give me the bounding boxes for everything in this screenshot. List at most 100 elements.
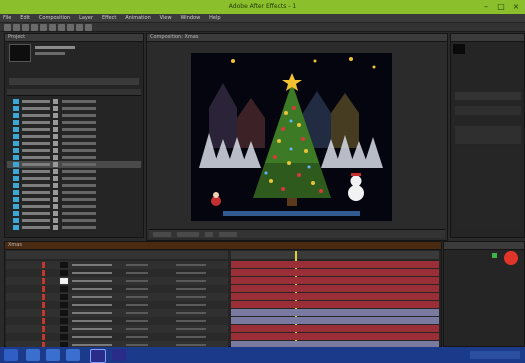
- preview-header[interactable]: [455, 92, 521, 100]
- layer-duration-bar[interactable]: [231, 325, 439, 332]
- layer-parent[interactable]: [176, 288, 206, 290]
- preview-controls[interactable]: [455, 106, 521, 115]
- rotate-tool-icon[interactable]: [31, 24, 38, 31]
- layer-switches[interactable]: [126, 344, 148, 346]
- project-item[interactable]: [7, 224, 141, 231]
- camera-tool-icon[interactable]: [40, 24, 47, 31]
- brush-tool-icon[interactable]: [85, 24, 92, 31]
- record-icon[interactable]: [504, 251, 518, 265]
- menu-view[interactable]: View: [160, 15, 172, 21]
- pen-tool-icon[interactable]: [67, 24, 74, 31]
- time-ruler[interactable]: [231, 251, 439, 259]
- start-icon[interactable]: [4, 349, 18, 361]
- layer-duration-bar[interactable]: [231, 317, 439, 324]
- menu-window[interactable]: Window: [180, 15, 200, 21]
- project-item[interactable]: [7, 182, 141, 189]
- layer-parent[interactable]: [176, 296, 206, 298]
- item-name: [22, 219, 50, 222]
- selection-tool-icon[interactable]: [4, 24, 11, 31]
- project-item[interactable]: [7, 140, 141, 147]
- layer-switches[interactable]: [126, 288, 148, 290]
- menu-edit[interactable]: Edit: [20, 15, 30, 21]
- layer-label-color: [42, 262, 45, 268]
- menu-help[interactable]: Help: [209, 15, 220, 21]
- project-item[interactable]: [7, 105, 141, 112]
- project-search-input[interactable]: [9, 78, 139, 85]
- pan-tool-icon[interactable]: [49, 24, 56, 31]
- layer-parent[interactable]: [176, 320, 206, 322]
- mask-tool-icon[interactable]: [58, 24, 65, 31]
- menu-effect[interactable]: Effect: [102, 15, 116, 21]
- project-item[interactable]: [7, 168, 141, 175]
- layer-switches[interactable]: [126, 336, 148, 338]
- layer-duration-bar[interactable]: [231, 333, 439, 340]
- hand-tool-icon[interactable]: [13, 24, 20, 31]
- project-item[interactable]: [7, 175, 141, 182]
- project-item[interactable]: [7, 147, 141, 154]
- project-tab[interactable]: Project: [8, 34, 25, 40]
- layer-duration-bar[interactable]: [231, 261, 439, 268]
- timeline-search-bar[interactable]: [6, 251, 228, 259]
- project-item[interactable]: [7, 126, 141, 133]
- minimize-icon[interactable]: –: [479, 1, 493, 12]
- layer-duration-bar[interactable]: [231, 285, 439, 292]
- zoom-tool-icon[interactable]: [22, 24, 29, 31]
- project-item[interactable]: [7, 217, 141, 224]
- project-item[interactable]: [7, 210, 141, 217]
- menu-layer[interactable]: Layer: [79, 15, 93, 21]
- item-type: [62, 114, 96, 117]
- label-swatch: [53, 113, 58, 118]
- text-tool-icon[interactable]: [76, 24, 83, 31]
- layer-parent[interactable]: [176, 272, 206, 274]
- layer-parent[interactable]: [176, 264, 206, 266]
- layer-parent[interactable]: [176, 344, 206, 346]
- taskbar-app-ie[interactable]: [26, 349, 40, 361]
- layer-parent[interactable]: [176, 280, 206, 282]
- layer-duration-bar[interactable]: [231, 269, 439, 276]
- resolution-dropdown[interactable]: [219, 232, 237, 237]
- layer-switches[interactable]: [126, 272, 148, 274]
- layer-duration-bar[interactable]: [231, 301, 439, 308]
- project-item[interactable]: [7, 154, 141, 161]
- layer-parent[interactable]: [176, 304, 206, 306]
- layer-duration-bar[interactable]: [231, 309, 439, 316]
- layer-duration-bar[interactable]: [231, 277, 439, 284]
- layer-switches[interactable]: [126, 280, 148, 282]
- taskbar-app-explorer[interactable]: [46, 349, 60, 361]
- project-column-header[interactable]: [7, 89, 141, 96]
- system-tray[interactable]: [470, 351, 520, 359]
- project-item[interactable]: [7, 161, 141, 168]
- composition-tab[interactable]: Composition: Xmas: [150, 34, 198, 40]
- project-item[interactable]: [7, 203, 141, 210]
- layer-switches[interactable]: [126, 320, 148, 322]
- taskbar-app-after-effects[interactable]: [90, 349, 106, 363]
- maximize-icon[interactable]: □: [494, 1, 508, 12]
- camera-icon[interactable]: [205, 232, 213, 237]
- layer-switches[interactable]: [126, 264, 148, 266]
- taskbar-app[interactable]: [66, 349, 80, 361]
- project-item[interactable]: [7, 112, 141, 119]
- taskbar-app-premiere[interactable]: [112, 349, 126, 361]
- menu-file[interactable]: File: [3, 15, 11, 21]
- layer-duration-bar[interactable]: [231, 293, 439, 300]
- timeline-tab[interactable]: Xmas: [8, 242, 22, 248]
- project-item[interactable]: [7, 98, 141, 105]
- composition-viewer[interactable]: [191, 53, 392, 221]
- layer-parent[interactable]: [176, 328, 206, 330]
- project-item[interactable]: [7, 189, 141, 196]
- timecode-display[interactable]: [177, 232, 199, 237]
- menu-animation[interactable]: Animation: [125, 15, 151, 21]
- layer-switches[interactable]: [126, 296, 148, 298]
- layer-switches[interactable]: [126, 312, 148, 314]
- layer-switches[interactable]: [126, 328, 148, 330]
- close-icon[interactable]: ×: [509, 1, 523, 12]
- project-item[interactable]: [7, 196, 141, 203]
- item-type: [62, 177, 96, 180]
- layer-parent[interactable]: [176, 312, 206, 314]
- zoom-dropdown[interactable]: [153, 232, 171, 237]
- layer-switches[interactable]: [126, 304, 148, 306]
- menu-composition[interactable]: Composition: [39, 15, 70, 21]
- project-item[interactable]: [7, 119, 141, 126]
- project-item[interactable]: [7, 133, 141, 140]
- layer-parent[interactable]: [176, 336, 206, 338]
